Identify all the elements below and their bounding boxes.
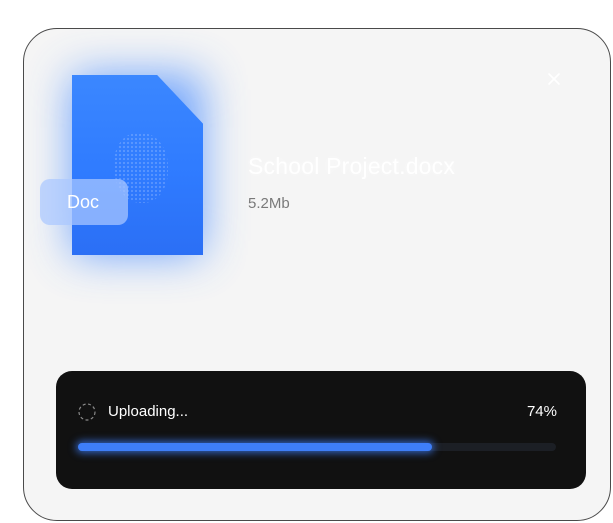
progress-track <box>78 443 556 451</box>
close-icon <box>548 73 560 85</box>
file-name: School Project.docx <box>248 153 456 179</box>
close-button[interactable] <box>546 71 562 87</box>
upload-card: Doc School Project.docx 5.2Mb Uploading.… <box>23 28 611 521</box>
loading-spinner-icon <box>78 403 96 421</box>
upload-status-label: Uploading... <box>108 403 189 420</box>
file-size: 5.2Mb <box>248 195 290 212</box>
upload-percent: 74% <box>526 403 557 420</box>
upload-progress-panel: Uploading... 74% <box>56 371 586 489</box>
document-preview: Doc <box>40 75 203 257</box>
file-type-badge: Doc <box>40 179 128 225</box>
progress-fill <box>78 443 432 451</box>
